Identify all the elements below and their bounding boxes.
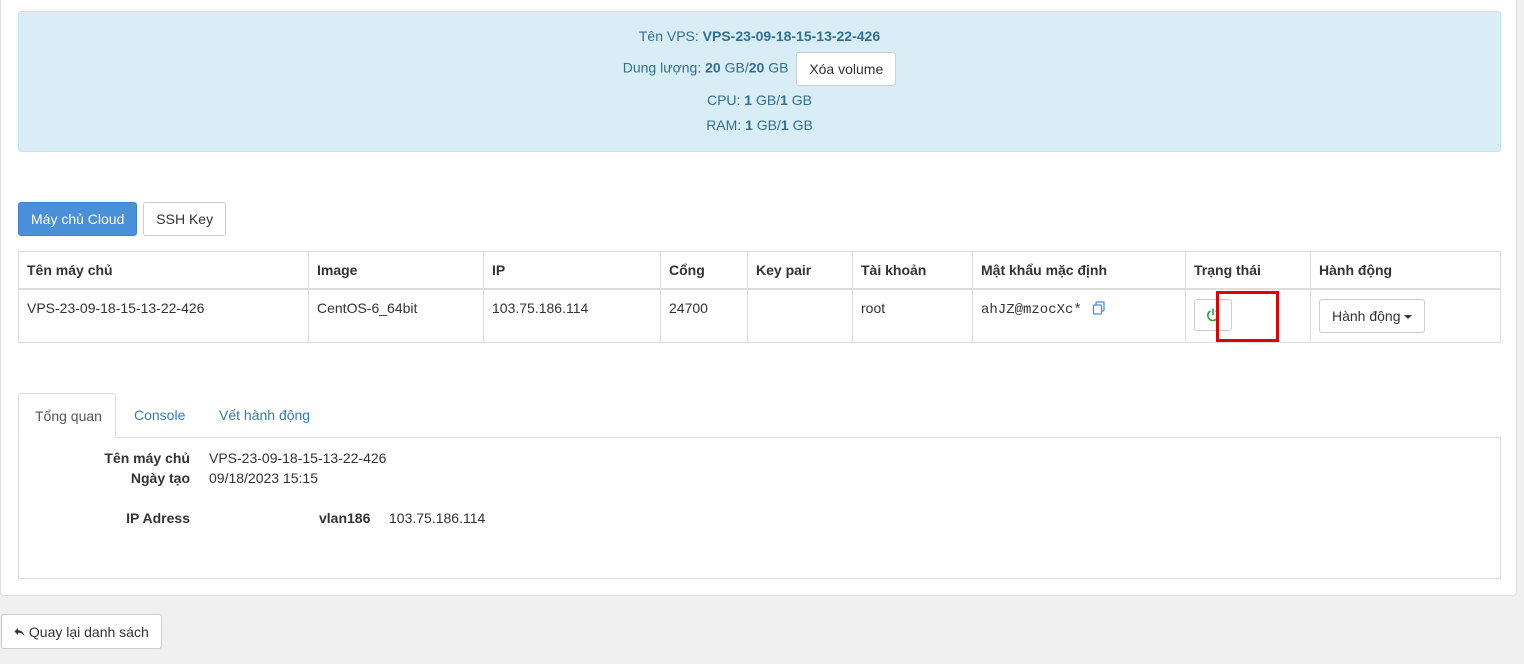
- ram-line: RAM: 1 GB/1 GB: [19, 115, 1500, 135]
- vps-name-label: Tên VPS:: [638, 28, 699, 44]
- vps-info-box: Tên VPS: VPS-23-09-18-15-13-22-426 Dung …: [18, 11, 1501, 152]
- col-status: Trạng thái: [1185, 251, 1311, 290]
- cell-ip: 103.75.186.114: [483, 288, 661, 343]
- cell-status: [1185, 288, 1311, 343]
- cpu-line: CPU: 1 GB/1 GB: [19, 90, 1500, 110]
- col-actions: Hành động: [1310, 251, 1501, 290]
- ip-address-label: IP Adress: [126, 510, 190, 526]
- col-server-name: Tên máy chủ: [18, 251, 309, 290]
- vps-name-line: Tên VPS: VPS-23-09-18-15-13-22-426: [19, 26, 1500, 46]
- power-button[interactable]: [1194, 299, 1232, 331]
- disk-line: Dung lượng: 20 GB/20 GB Xóa volume: [19, 52, 1500, 86]
- delete-volume-button[interactable]: Xóa volume: [796, 52, 897, 86]
- cpu-label: CPU:: [706, 92, 741, 108]
- overview-pane: Tên máy chủ VPS-23-09-18-15-13-22-426 Ng…: [18, 437, 1501, 579]
- cell-actions: Hành động: [1310, 288, 1501, 343]
- table-header-row: Tên máy chủ Image IP Cổng Key pair Tài k…: [18, 251, 1501, 290]
- back-button-label: Quay lại danh sách: [28, 624, 149, 640]
- power-icon: [1207, 308, 1219, 322]
- back-to-list-button[interactable]: Quay lại danh sách: [1, 614, 162, 649]
- col-keypair: Key pair: [747, 251, 853, 290]
- cell-password: ahJZ@mzocXc*: [972, 288, 1186, 343]
- tab-overview[interactable]: Tổng quan: [18, 393, 116, 438]
- ram-total: 1: [780, 117, 789, 133]
- copy-icon[interactable]: [1092, 300, 1106, 315]
- cell-port: 24700: [660, 288, 748, 343]
- disk-unit: GB/: [724, 59, 749, 76]
- table-row: VPS-23-09-18-15-13-22-426 CentOS-6_64bit…: [18, 288, 1501, 343]
- actions-dropdown-label: Hành động: [1332, 308, 1401, 324]
- col-port: Cổng: [660, 251, 748, 290]
- ram-label: RAM:: [706, 117, 742, 133]
- cpu-unit: GB: [791, 92, 813, 108]
- vps-detail-panel: Tên VPS: VPS-23-09-18-15-13-22-426 Dung …: [0, 0, 1517, 596]
- cell-keypair: [747, 288, 853, 343]
- tab-action-log[interactable]: Vết hành động: [203, 393, 326, 438]
- tab-ssh-key[interactable]: SSH Key: [143, 202, 227, 236]
- col-default-password: Mật khẩu mặc định: [972, 251, 1186, 290]
- cpu-unit: GB/: [755, 92, 781, 108]
- server-type-tabs: Máy chủ Cloud SSH Key: [18, 202, 228, 236]
- server-name-value: VPS-23-09-18-15-13-22-426: [209, 450, 387, 466]
- cell-server-name: VPS-23-09-18-15-13-22-426: [18, 288, 309, 343]
- created-label: Ngày tạo: [130, 470, 190, 486]
- cell-account: root: [852, 288, 973, 343]
- created-value: 09/18/2023 15:15: [209, 470, 318, 486]
- disk-unit: GB: [768, 59, 789, 76]
- tab-console[interactable]: Console: [118, 393, 201, 438]
- vps-name-value: VPS-23-09-18-15-13-22-426: [702, 28, 881, 44]
- disk-used: 20: [705, 59, 721, 76]
- col-ip: IP: [483, 251, 661, 290]
- actions-dropdown-button[interactable]: Hành động: [1319, 299, 1425, 333]
- ram-used: 1: [745, 117, 753, 133]
- ram-unit: GB: [792, 117, 813, 133]
- cell-image: CentOS-6_64bit: [308, 288, 484, 343]
- ip-address-value: 103.75.186.114: [389, 510, 486, 526]
- vlan-name: vlan186: [319, 510, 371, 526]
- vps-table: Tên máy chủ Image IP Cổng Key pair Tài k…: [18, 251, 1501, 343]
- disk-label: Dung lượng:: [622, 59, 702, 76]
- tab-cloud-server[interactable]: Máy chủ Cloud: [18, 202, 138, 236]
- col-image: Image: [308, 251, 484, 290]
- ram-unit: GB/: [756, 117, 781, 133]
- cpu-used: 1: [744, 92, 753, 108]
- cpu-total: 1: [780, 92, 788, 108]
- caret-down-icon: [1403, 315, 1412, 320]
- server-name-label: Tên máy chủ: [104, 450, 190, 466]
- password-value: ahJZ@mzocXc*: [981, 302, 1082, 318]
- reply-arrow-icon: [14, 628, 25, 637]
- disk-total: 20: [748, 59, 765, 76]
- col-account: Tài khoản: [852, 251, 973, 290]
